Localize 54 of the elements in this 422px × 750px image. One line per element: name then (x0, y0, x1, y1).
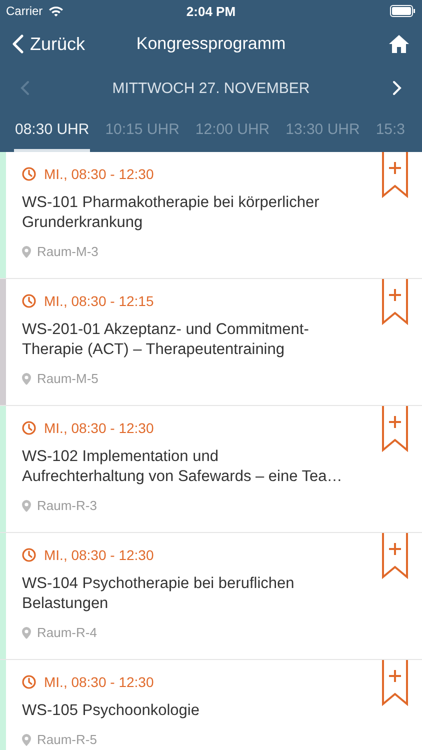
bookmark-add-button[interactable] (382, 279, 408, 325)
clock-icon (22, 294, 36, 308)
bookmark-plus-icon (382, 152, 408, 198)
session-title: WS-105 Psychoonkologie (22, 701, 200, 721)
clock-icon (22, 421, 36, 435)
time-tab[interactable]: 08:30 UHR (14, 110, 90, 152)
session-title: WS-101 Pharmakotherapie bei körperlicher Grunderkrankung (22, 193, 320, 233)
room-label: Raum-M-3 (37, 244, 98, 259)
chevron-left-icon (12, 34, 24, 54)
session-time: MI., 08:30 - 12:30 (44, 547, 154, 563)
room-label: Raum-R-5 (37, 732, 97, 747)
chevron-right-icon (392, 80, 402, 96)
clock-icon (22, 167, 36, 181)
location-pin-icon (22, 626, 31, 638)
location-pin-icon (22, 372, 31, 384)
session-time: MI., 08:30 - 12:30 (44, 166, 154, 182)
bookmark-add-button[interactable] (382, 152, 408, 198)
bookmark-add-button[interactable] (382, 533, 408, 579)
session-title: WS-104 Psychotherapie bei beruflichen Belastungen (22, 574, 296, 614)
bookmark-plus-icon (382, 533, 408, 579)
room-label: Raum-R-3 (37, 498, 97, 513)
session-time: MI., 08:30 - 12:30 (44, 674, 154, 690)
carrier-label: Carrier (6, 4, 43, 18)
room-label: Raum-M-5 (37, 371, 98, 386)
session-item[interactable]: MI., 08:30 - 12:30 WS-101 Pharmakotherapie bei körperlicher Grunderkrankung Raum-M-3 (0, 152, 422, 279)
session-item[interactable]: MI., 08:30 - 12:30 WS-102 Implementation und Aufrechterhaltung von Safewards – eine Tea… Raum-R-3 (0, 406, 422, 533)
bookmark-plus-icon (382, 279, 408, 325)
wifi-icon (48, 5, 64, 17)
session-item[interactable]: MI., 08:30 - 12:30 WS-104 Psychotherapie bei beruflichen Belastungen Raum-R-4 (0, 533, 422, 660)
home-icon (388, 34, 410, 54)
location-pin-icon (22, 500, 31, 512)
bookmark-plus-icon (382, 406, 408, 452)
session-title: WS-102 Implementation und Aufrechterhaltung von Safewards – eine Tea… (22, 447, 344, 487)
date-label: MITTWOCH 27. NOVEMBER (112, 80, 310, 96)
bookmark-plus-icon (382, 660, 408, 706)
session-title: WS-201-01 Akzeptanz- und Commitment-Therapie (ACT) – Therapeutentraining (22, 320, 310, 360)
bookmark-add-button[interactable] (382, 406, 408, 452)
back-button[interactable]: Zurück (12, 34, 86, 54)
session-time: MI., 08:30 - 12:15 (44, 293, 154, 309)
clock-icon (22, 548, 36, 562)
bookmark-add-button[interactable] (382, 660, 408, 706)
session-item[interactable]: MI., 08:30 - 12:15 WS-201-01 Akzeptanz- und Commitment-Therapie (ACT) – Therapeutentraining Raum-M-5 (0, 279, 422, 406)
session-time: MI., 08:30 - 12:30 (44, 420, 154, 436)
battery-icon (390, 5, 416, 17)
location-pin-icon (22, 246, 31, 258)
clock-icon (22, 675, 36, 689)
session-item[interactable]: MI., 08:30 - 12:30 WS-105 Psychoonkologie Raum-R-5 (0, 660, 422, 750)
screen-title: Kongressprogramm (135, 34, 287, 54)
home-button[interactable] (388, 34, 410, 54)
clock-label: 2:04 PM (185, 4, 237, 18)
next-day-button[interactable] (392, 80, 402, 96)
chevron-left-icon (20, 80, 30, 96)
room-label: Raum-R-4 (37, 625, 97, 640)
location-pin-icon (22, 734, 31, 746)
